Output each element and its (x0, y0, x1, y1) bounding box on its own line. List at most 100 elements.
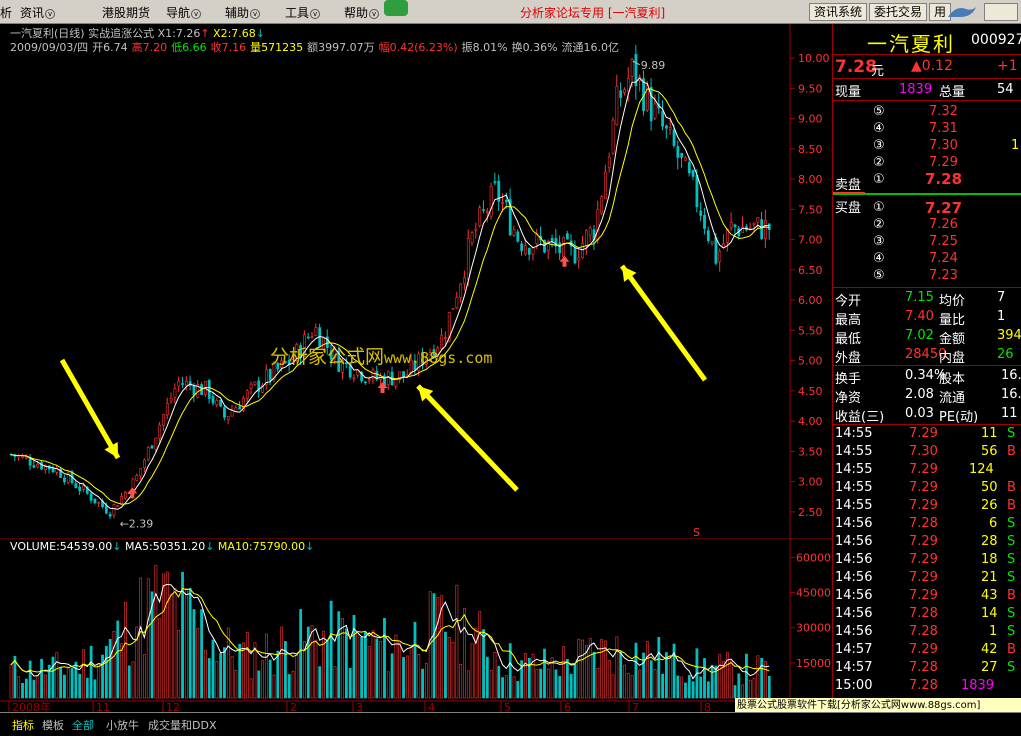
buy-level-price: 7.25 (929, 234, 958, 249)
bird-logo-icon (948, 7, 976, 17)
tab-all[interactable]: 全部 (72, 717, 94, 733)
volume-bar (405, 655, 409, 699)
high-price-label: 9.89 (641, 59, 666, 72)
stat-label: 今开 (835, 294, 862, 309)
stat-value: 16. (1001, 387, 1021, 402)
quote-field: 高7.20 (131, 41, 168, 54)
tab-template[interactable]: 模板 (42, 717, 64, 733)
volume-bar (402, 657, 405, 699)
candle-body (767, 223, 771, 230)
price-chart[interactable]: 2.50 3.00 3.50 4.00 4.50 5.00 5.50 6.00 6.50 7.00… (0, 24, 833, 538)
menu-item-news[interactable]: 资讯 v (20, 4, 56, 21)
window-controls[interactable] (984, 3, 1018, 21)
volume-bar (36, 675, 40, 699)
divider (833, 100, 1021, 101)
volume-bar (546, 668, 550, 699)
trade-entrust-button[interactable]: 委托交易 (869, 3, 928, 21)
volume-bar (55, 652, 59, 699)
volume-bar (28, 660, 32, 699)
volume-bar (485, 656, 489, 699)
tab-volume-ddx[interactable]: 成交量和DDX (148, 717, 216, 733)
divider (833, 287, 1021, 288)
candle-body (146, 447, 150, 460)
x-tick-label: 12 (166, 701, 180, 712)
stat-label: 收益(三) (835, 410, 885, 425)
candle-body (630, 59, 634, 77)
candle-body (699, 210, 703, 216)
tick-price: 7.29 (909, 480, 938, 495)
y-tick-label: 8.00 (798, 173, 823, 186)
arrow-down-icon: ↓ (205, 540, 215, 553)
candle-body (493, 181, 497, 184)
volume-bar (554, 669, 558, 699)
divider (833, 54, 1021, 55)
candle-body (695, 175, 699, 208)
candle-body (386, 371, 390, 385)
volume-chart[interactable]: 150003000045000600002008年11122345678X10 (0, 538, 833, 712)
tick-side: S (1007, 534, 1016, 549)
candle-body (211, 396, 215, 404)
candle-body (162, 414, 165, 426)
candle-body (752, 222, 756, 225)
quote-field: 开6.74 (92, 41, 128, 54)
tab-xiaofangniu[interactable]: 小放牛 (106, 717, 139, 733)
volume-bar (653, 669, 657, 699)
tick-volume: 14 (981, 606, 998, 621)
quote-field: 振8.01% (461, 41, 508, 54)
chevron-down-icon: v (369, 9, 380, 19)
volume-bar (124, 601, 127, 699)
y-tick-label: 3.50 (798, 445, 823, 458)
volume-bar (607, 660, 611, 699)
tick-volume: 6 (989, 516, 998, 531)
tab-indicator[interactable]: 指标 (12, 717, 34, 733)
volume-bar (497, 665, 501, 699)
y-tick-label: 3.00 (798, 476, 823, 489)
candle-body (565, 233, 569, 240)
candle-body (604, 171, 607, 200)
candle-body (706, 230, 710, 241)
tick-side: S (1007, 516, 1016, 531)
candle-body (527, 248, 531, 255)
volume-bar (101, 654, 104, 699)
candle-body (729, 222, 733, 228)
menu-item-analysis[interactable]: 析 (0, 4, 12, 21)
tick-price: 7.29 (909, 588, 938, 603)
volume-bar (447, 637, 451, 699)
download-banner[interactable]: 股票公式股票软件下载[分析家公式网www.88gs.com] (735, 698, 1021, 713)
sell-marker: S (693, 526, 700, 538)
volume-bar (21, 682, 24, 699)
menu-item-assist[interactable]: 辅助 v (225, 4, 261, 21)
menu-item-navigate[interactable]: 导航 v (166, 4, 202, 21)
buy-level-index: ② (873, 217, 885, 232)
candle-body (562, 237, 565, 258)
volume-bar (680, 676, 684, 699)
info-system-button[interactable]: 资讯系统 (809, 3, 868, 21)
volume-bar (169, 593, 173, 699)
volume-bar (352, 615, 356, 699)
tick-time: 14:55 (835, 462, 873, 477)
price-unit: 元 (871, 64, 885, 79)
buy-level-index: ④ (873, 251, 885, 266)
menu-item-hk-futures[interactable]: 港股期货 (102, 4, 150, 21)
candle-body (588, 227, 592, 236)
volume-bar (470, 643, 474, 699)
volume-bar (17, 676, 21, 699)
menu-item-help[interactable]: 帮助 v (344, 4, 380, 21)
menu-item-tools[interactable]: 工具 v (285, 4, 321, 21)
volume-bar (657, 637, 661, 699)
x-tick-label: 3 (356, 701, 363, 712)
volume-bar (569, 673, 573, 699)
volume-bar (489, 669, 493, 699)
candle-body (192, 385, 196, 396)
tick-time: 14:56 (835, 552, 873, 567)
x-tick-label: 7 (632, 701, 639, 712)
volume-bar (638, 669, 642, 699)
volume-bar (143, 654, 146, 699)
volume-bar (333, 666, 337, 699)
stat-value: 394 (997, 328, 1021, 343)
volume-bar (59, 667, 63, 699)
candle-body (40, 462, 43, 470)
volume-bar (379, 640, 383, 699)
stock-name: 一汽夏利 (867, 32, 955, 56)
buy-level-price: 7.23 (929, 268, 958, 283)
